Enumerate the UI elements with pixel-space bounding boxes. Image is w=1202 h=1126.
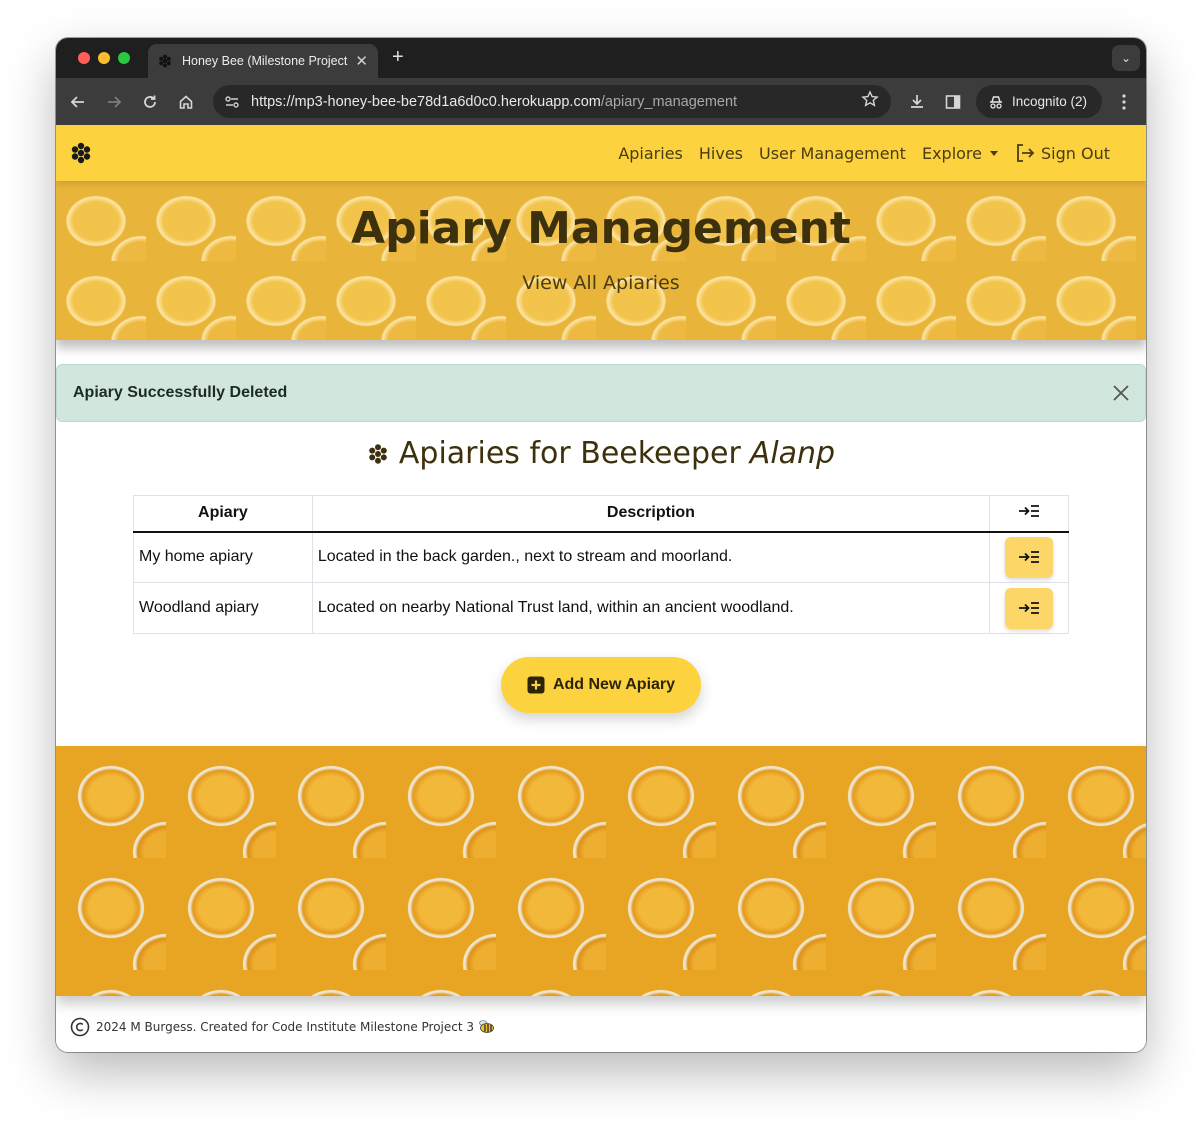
browser-window: Honey Bee (Milestone Project 3) ✕ + ⌄ ht… <box>56 38 1146 1052</box>
header-apiary: Apiary <box>133 495 313 533</box>
download-icon[interactable] <box>905 90 929 114</box>
arrow-to-list-icon <box>1019 551 1039 564</box>
apiary-description-cell: Located on nearby National Trust land, w… <box>311 582 991 634</box>
tab-close-icon[interactable]: ✕ <box>355 52 368 70</box>
browser-tab[interactable]: Honey Bee (Milestone Project 3) ✕ <box>148 44 378 78</box>
add-new-apiary-button[interactable]: Add New Apiary <box>501 657 701 713</box>
plus-square-icon <box>527 676 545 694</box>
action-cell <box>989 531 1069 583</box>
view-apiary-button[interactable] <box>1005 536 1053 578</box>
alert-message: Apiary Successfully Deleted <box>73 384 288 401</box>
copyright-icon <box>70 1017 90 1037</box>
caret-down-icon <box>990 150 998 156</box>
apiaries-table: Apiary Description My home apiary Locate… <box>133 495 1069 634</box>
table-row: My home apiary Located in the back garde… <box>133 531 1069 583</box>
incognito-indicator[interactable]: Incognito (2) <box>976 85 1102 118</box>
url-path: /apiary_management <box>600 93 738 110</box>
apiary-name-cell: My home apiary <box>133 531 313 583</box>
arrow-to-list-icon <box>1019 602 1039 614</box>
home-icon[interactable] <box>174 90 198 114</box>
brand-logo-icon[interactable] <box>70 142 92 169</box>
maximize-window-button[interactable] <box>118 52 130 64</box>
header-description: Description <box>311 495 991 533</box>
address-bar[interactable]: https://mp3-honey-bee-be78d1a6d0c0.herok… <box>213 85 891 118</box>
side-panel-icon[interactable] <box>941 90 965 114</box>
success-alert: Apiary Successfully Deleted <box>56 364 1146 422</box>
tab-bar: Honey Bee (Milestone Project 3) ✕ + ⌄ <box>56 38 1146 78</box>
browser-menu-icon[interactable] <box>1112 90 1136 114</box>
add-new-apiary-label: Add New Apiary <box>552 676 676 693</box>
tab-search-chevron-icon[interactable]: ⌄ <box>1112 45 1140 71</box>
sign-out-label: Sign Out <box>1041 143 1110 163</box>
url-text: https://mp3-honey-bee-be78d1a6d0c0.herok… <box>251 94 737 110</box>
back-arrow-icon[interactable] <box>66 90 90 114</box>
arrow-to-list-icon <box>1019 504 1039 517</box>
bee-emoji-icon <box>478 1018 496 1037</box>
apiary-name-cell: Woodland apiary <box>133 582 313 634</box>
explore-label: Explore <box>921 143 982 163</box>
nav-sign-out[interactable]: Sign Out <box>1014 142 1110 164</box>
incognito-icon <box>990 95 1002 109</box>
close-icon[interactable] <box>1111 383 1131 408</box>
nav-explore-dropdown[interactable]: Explore <box>922 144 998 163</box>
incognito-label: Incognito (2) <box>1012 94 1088 109</box>
table-header-row: Apiary Description <box>133 495 1069 533</box>
hero-banner: Apiary Management View All Apiaries <box>56 181 1146 340</box>
url-host: https://mp3-honey-bee-be78d1a6d0c0.herok… <box>251 93 601 110</box>
sign-out-icon <box>1017 144 1035 162</box>
site-navbar: Apiaries Hives User Management Explore S… <box>56 125 1146 181</box>
site-info-icon[interactable] <box>223 93 241 111</box>
honeycomb-image <box>56 746 1146 996</box>
action-cell <box>989 582 1069 634</box>
header-action <box>989 495 1069 533</box>
view-apiary-button[interactable] <box>1005 587 1053 629</box>
site-footer: 2024 M Burgess. Created for Code Institu… <box>70 1017 496 1037</box>
table-row: Woodland apiary Located on nearby Nation… <box>133 582 1069 634</box>
tab-title: Honey Bee (Milestone Project 3) <box>182 54 350 68</box>
web-page: Apiaries Hives User Management Explore S… <box>56 125 1146 1052</box>
reload-icon[interactable] <box>138 90 162 114</box>
beekeeper-name: Alanp <box>749 436 836 471</box>
page-subtitle: View All Apiaries <box>522 272 680 294</box>
new-tab-icon[interactable]: + <box>392 46 404 69</box>
nav-links: Apiaries Hives User Management Explore S… <box>602 125 1110 181</box>
page-title: Apiary Management <box>351 203 851 254</box>
nav-link-user-management[interactable]: User Management <box>759 144 906 163</box>
browser-toolbar: https://mp3-honey-bee-be78d1a6d0c0.herok… <box>56 78 1146 125</box>
section-heading: Apiaries for Beekeeper Alanp <box>56 436 1146 471</box>
close-window-button[interactable] <box>78 52 90 64</box>
honeycomb-flower-icon <box>369 443 387 464</box>
bookmark-star-icon[interactable] <box>861 90 879 113</box>
nav-link-apiaries[interactable]: Apiaries <box>618 144 683 163</box>
nav-link-hives[interactable]: Hives <box>699 144 743 163</box>
apiary-description-cell: Located in the back garden., next to str… <box>311 531 991 583</box>
forward-arrow-icon[interactable] <box>102 90 126 114</box>
footer-text: 2024 M Burgess. Created for Code Institu… <box>96 1020 475 1034</box>
section-heading-text: Apiaries for Beekeeper <box>398 436 741 471</box>
favicon-icon <box>159 54 171 68</box>
minimize-window-button[interactable] <box>98 52 110 64</box>
